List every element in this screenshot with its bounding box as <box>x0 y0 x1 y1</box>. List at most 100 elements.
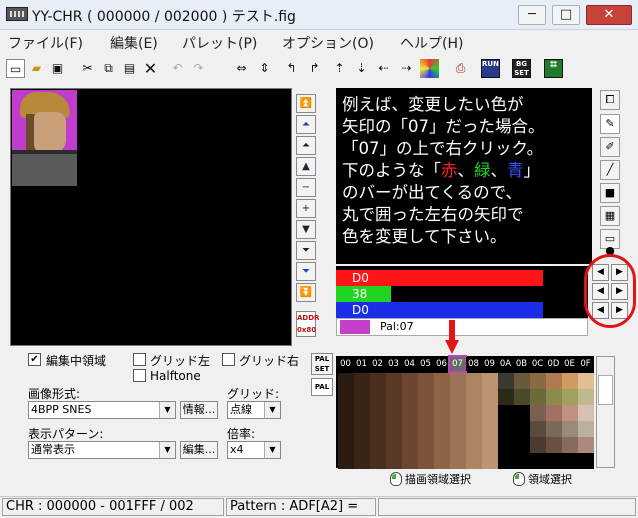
palette-color-cell[interactable] <box>466 421 482 437</box>
export-icon[interactable]: ⎙ <box>451 59 470 78</box>
palette-color-cell[interactable] <box>434 389 450 405</box>
info-button[interactable]: 情報... <box>180 401 218 419</box>
scroll-plus-button[interactable]: + <box>296 199 316 218</box>
palette-color-cell[interactable] <box>578 421 594 437</box>
palette-color-cell[interactable] <box>530 373 546 389</box>
palette-index-0D[interactable]: 0D <box>546 357 561 371</box>
scroll-minus-button[interactable]: − <box>296 178 316 197</box>
palette-index-03[interactable]: 03 <box>386 357 401 371</box>
palette-color-cell[interactable] <box>546 405 562 421</box>
palette-color-cell[interactable] <box>370 437 386 453</box>
palette-index-04[interactable]: 04 <box>402 357 417 371</box>
palette-index-0C[interactable]: 0C <box>530 357 545 371</box>
palette-color-cell[interactable] <box>482 389 498 405</box>
palette-color-cell[interactable] <box>498 421 514 437</box>
palette-color-cell[interactable] <box>386 389 402 405</box>
palette-color-cell[interactable] <box>530 453 546 469</box>
palette-color-cell[interactable] <box>418 421 434 437</box>
scroll-page-up-fast-button[interactable]: ⏶ <box>296 115 316 134</box>
scroll-down-button[interactable]: ▼ <box>296 220 316 239</box>
edit-button[interactable]: 編集... <box>180 441 218 459</box>
palette-scrollbar[interactable] <box>596 356 615 468</box>
palette-color-cell[interactable] <box>338 421 354 437</box>
pal-button[interactable]: PAL <box>311 378 333 396</box>
palette-color-cell[interactable] <box>466 373 482 389</box>
palette-color-cell[interactable] <box>434 421 450 437</box>
palette-color-cell[interactable] <box>466 437 482 453</box>
palette-color-cell[interactable] <box>562 421 578 437</box>
run-icon[interactable]: RUN <box>481 59 500 78</box>
palette-color-cell[interactable] <box>482 405 498 421</box>
palette-color-cell[interactable] <box>386 437 402 453</box>
green-bar[interactable]: 38 <box>336 286 392 302</box>
palette-color-cell[interactable] <box>370 421 386 437</box>
palette-color-cell[interactable] <box>434 405 450 421</box>
palette-color-cell[interactable] <box>402 389 418 405</box>
palette-color-cell[interactable] <box>514 405 530 421</box>
grid-left-checkbox[interactable] <box>133 353 146 366</box>
palette-color-cell[interactable] <box>418 373 434 389</box>
palette-color-cell[interactable] <box>562 437 578 453</box>
close-button[interactable]: ✕ <box>586 5 632 25</box>
palette-icon[interactable] <box>420 59 439 78</box>
palette-index-06[interactable]: 06 <box>434 357 449 371</box>
palette-index-0A[interactable]: 0A <box>498 357 513 371</box>
undo-icon[interactable]: ↶ <box>168 59 187 78</box>
palette-color-cell[interactable] <box>386 453 402 469</box>
palette-index-0B[interactable]: 0B <box>514 357 529 371</box>
palette-color-cell[interactable] <box>466 389 482 405</box>
shift-left-icon[interactable]: ⇠ <box>374 59 393 78</box>
palette-color-cell[interactable] <box>530 421 546 437</box>
palette-index-0F[interactable]: 0F <box>578 357 593 371</box>
palette-color-cell[interactable] <box>562 389 578 405</box>
palette-color-cell[interactable] <box>578 373 594 389</box>
palette-color-cell[interactable] <box>402 437 418 453</box>
palette-color-cell[interactable] <box>450 373 466 389</box>
palette-color-cell[interactable] <box>514 421 530 437</box>
palette-color-cell[interactable] <box>354 421 370 437</box>
cut-icon[interactable]: ✂ <box>78 59 97 78</box>
palette-color-cell[interactable] <box>450 437 466 453</box>
red-bar[interactable]: D0 <box>336 270 543 286</box>
palette-color-cell[interactable] <box>450 453 466 469</box>
paste-icon[interactable]: ▤ <box>120 59 139 78</box>
image-format-select[interactable]: 4BPP SNES ▼ <box>28 401 176 419</box>
grid-select[interactable]: 点線 ▼ <box>227 401 281 419</box>
palette-color-cell[interactable] <box>498 389 514 405</box>
palette-color-cell[interactable] <box>354 389 370 405</box>
shift-down-icon[interactable]: ⇣ <box>352 59 371 78</box>
line-tool-icon[interactable]: ╱ <box>600 160 620 180</box>
palette-color-cell[interactable] <box>338 453 354 469</box>
palette-color-cell[interactable] <box>386 373 402 389</box>
palette-color-cell[interactable] <box>402 453 418 469</box>
palette-color-cell[interactable] <box>482 453 498 469</box>
palette-color-cell[interactable] <box>562 405 578 421</box>
palette-color-cell[interactable] <box>402 373 418 389</box>
palette-color-cell[interactable] <box>578 453 594 469</box>
palette-color-cell[interactable] <box>562 453 578 469</box>
save-icon[interactable]: ▣ <box>48 59 67 78</box>
palette-color-cell[interactable] <box>450 421 466 437</box>
palette-index-09[interactable]: 09 <box>482 357 497 371</box>
flip-h-icon[interactable]: ⇔ <box>232 59 251 78</box>
palette-color-cell[interactable] <box>546 373 562 389</box>
palette-color-cell[interactable] <box>482 421 498 437</box>
palette-color-cell[interactable] <box>578 405 594 421</box>
palette-index-08[interactable]: 08 <box>466 357 481 371</box>
palette-color-cell[interactable] <box>402 405 418 421</box>
palette-color-cell[interactable] <box>498 453 514 469</box>
palette-color-cell[interactable] <box>514 437 530 453</box>
palette-color-cell[interactable] <box>354 437 370 453</box>
palette-color-cell[interactable] <box>498 373 514 389</box>
palette-color-cell[interactable] <box>370 389 386 405</box>
flip-v-icon[interactable]: ⇕ <box>255 59 274 78</box>
palette-index-01[interactable]: 01 <box>354 357 369 371</box>
palette-color-cell[interactable] <box>530 437 546 453</box>
palette-color-cell[interactable] <box>418 453 434 469</box>
new-icon[interactable]: ▭ <box>6 59 25 78</box>
shift-up-icon[interactable]: ⇡ <box>330 59 349 78</box>
palette-color-cell[interactable] <box>418 389 434 405</box>
blue-bar[interactable]: D0 <box>336 302 543 318</box>
palette-color-cell[interactable] <box>466 405 482 421</box>
palette-color-cell[interactable] <box>578 389 594 405</box>
